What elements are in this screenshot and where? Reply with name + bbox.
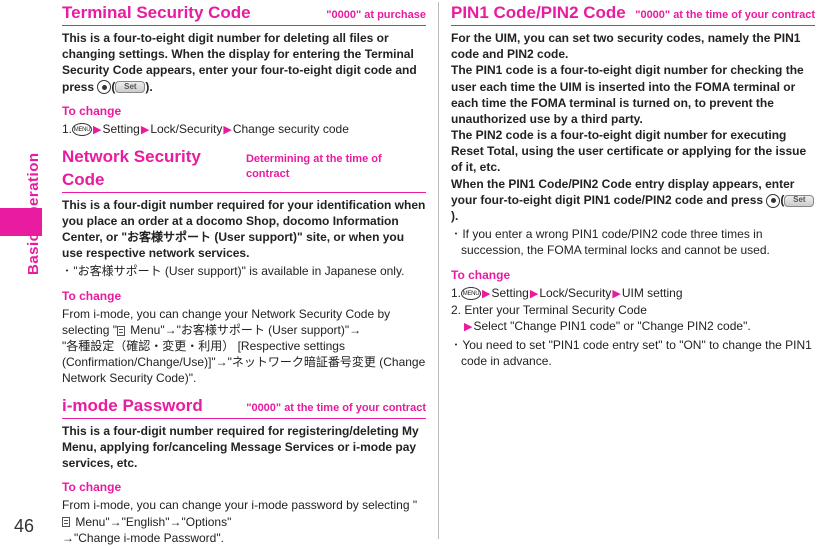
section-title: Network Security Code: [62, 146, 246, 192]
change-step: 1.MENU▶Setting▶Lock/Security▶Change secu…: [62, 121, 426, 138]
arrow-icon: ▶: [222, 124, 232, 136]
center-key-icon: [766, 194, 780, 208]
change-text: From i-mode, you can change your Network…: [62, 306, 426, 338]
imenu-icon: [62, 517, 70, 527]
to-change-heading: To change: [62, 288, 426, 304]
arrow-icon: ▶: [140, 124, 150, 136]
section-subtitle: Determining at the time of contract: [246, 152, 426, 182]
section-body: This is a four-digit number required for…: [62, 197, 426, 262]
side-tab: Basic Operation: [0, 170, 42, 380]
section-subtitle: "0000" at purchase: [326, 8, 426, 23]
section-title: i-mode Password: [62, 395, 203, 418]
section-title: PIN1 Code/PIN2 Code: [451, 2, 626, 25]
change-step: ▶Select "Change PIN1 code" or "Change PI…: [451, 318, 815, 335]
section-network-security-code: Network Security Code Determining at the…: [62, 146, 426, 193]
menu-button-icon: MENU: [72, 123, 92, 136]
change-text: "各種設定（確認・変更・利用） [Respective settings (Co…: [62, 338, 426, 387]
center-key-icon: [97, 80, 111, 94]
arrow-icon: ▶: [481, 288, 491, 300]
to-change-heading: To change: [62, 479, 426, 495]
page-number: 46: [14, 516, 34, 537]
section-body: The PIN1 code is a four-to-eight digit n…: [451, 62, 815, 127]
arrow-icon: ▶: [92, 124, 102, 136]
section-note: ･ If you enter a wrong PIN1 code/PIN2 co…: [451, 226, 815, 258]
to-change-heading: To change: [451, 267, 815, 283]
section-imode-password: i-mode Password "0000" at the time of yo…: [62, 395, 426, 419]
imenu-icon: [117, 326, 125, 336]
section-body: For the UIM, you can set two security co…: [451, 30, 815, 62]
arrow-icon: ▶: [529, 288, 539, 300]
section-note: ･ "お客様サポート (User support)" is available …: [62, 263, 426, 279]
section-pin-code: PIN1 Code/PIN2 Code "0000" at the time o…: [451, 2, 815, 26]
change-text: →"Change i-mode Password".: [62, 530, 426, 546]
side-tab-label: Basic Operation: [25, 152, 42, 275]
right-column: PIN1 Code/PIN2 Code "0000" at the time o…: [438, 2, 819, 539]
left-column: Terminal Security Code "0000" at purchas…: [62, 2, 438, 539]
change-step: 1.MENU▶Setting▶Lock/Security▶UIM setting: [451, 285, 815, 302]
section-body: This is a four-to-eight digit number for…: [62, 30, 426, 95]
set-button-icon: Set: [784, 195, 814, 207]
change-text: From i-mode, you can change your i-mode …: [62, 497, 426, 529]
section-title: Terminal Security Code: [62, 2, 251, 25]
content: Terminal Security Code "0000" at purchas…: [62, 2, 819, 539]
to-change-heading: To change: [62, 103, 426, 119]
section-body: The PIN2 code is a four-to-eight digit n…: [451, 127, 815, 176]
section-terminal-security-code: Terminal Security Code "0000" at purchas…: [62, 2, 426, 26]
section-subtitle: "0000" at the time of your contract: [246, 401, 426, 416]
arrow-icon: ▶: [611, 288, 621, 300]
change-note: ･ You need to set "PIN1 code entry set" …: [451, 337, 815, 369]
arrow-icon: ▶: [463, 321, 473, 333]
menu-button-icon: MENU: [461, 287, 481, 300]
section-body: When the PIN1 Code/PIN2 Code entry displ…: [451, 176, 815, 225]
change-step: 2. Enter your Terminal Security Code: [451, 302, 815, 318]
section-body: This is a four-digit number required for…: [62, 423, 426, 472]
set-button-icon: Set: [115, 81, 145, 93]
section-subtitle: "0000" at the time of your contract: [635, 8, 815, 23]
